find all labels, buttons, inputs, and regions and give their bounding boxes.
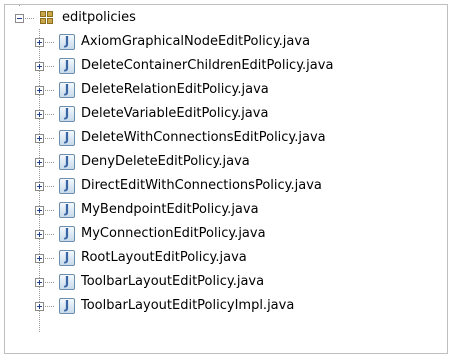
file-label: ToolbarLayoutEditPolicyImpl.java bbox=[81, 298, 295, 313]
java-file-icon bbox=[59, 274, 75, 290]
tree-connector bbox=[45, 89, 55, 91]
expand-toggle-icon[interactable] bbox=[35, 133, 44, 143]
expand-toggle-icon[interactable] bbox=[35, 85, 44, 95]
expand-toggle-icon[interactable] bbox=[35, 37, 44, 47]
file-label: DirectEditWithConnectionsPolicy.java bbox=[81, 178, 322, 193]
package-label: editpolicies bbox=[62, 10, 136, 25]
expand-toggle-icon[interactable] bbox=[35, 61, 44, 71]
tree-node-file[interactable]: DeleteRelationEditPolicy.java bbox=[35, 79, 269, 101]
tree-node-file[interactable]: DeleteVariableEditPolicy.java bbox=[35, 103, 268, 125]
tree-connector bbox=[45, 185, 55, 187]
file-label: DeleteWithConnectionsEditPolicy.java bbox=[81, 130, 326, 145]
tree-node-file[interactable]: DenyDeleteEditPolicy.java bbox=[35, 151, 250, 173]
java-file-icon bbox=[59, 82, 75, 98]
java-file-icon bbox=[59, 178, 75, 194]
file-label: RootLayoutEditPolicy.java bbox=[81, 250, 247, 265]
expand-toggle-icon[interactable] bbox=[35, 229, 44, 239]
java-file-icon bbox=[59, 34, 75, 50]
java-file-icon bbox=[59, 202, 75, 218]
file-label: MyBendpointEditPolicy.java bbox=[81, 202, 259, 217]
file-label: ToolbarLayoutEditPolicy.java bbox=[81, 274, 265, 289]
tree-node-file[interactable]: DirectEditWithConnectionsPolicy.java bbox=[35, 175, 322, 197]
tree-connector bbox=[25, 17, 35, 19]
tree-connector bbox=[45, 233, 55, 235]
java-file-icon bbox=[59, 298, 75, 314]
tree-connector bbox=[45, 65, 55, 67]
file-label: AxiomGraphicalNodeEditPolicy.java bbox=[81, 34, 311, 49]
package-explorer-tree: editpolicies AxiomGraphicalNodeEditPolic… bbox=[4, 4, 448, 354]
java-file-icon bbox=[59, 58, 75, 74]
file-label: DeleteVariableEditPolicy.java bbox=[81, 106, 269, 121]
package-icon bbox=[39, 10, 55, 26]
expand-toggle-icon[interactable] bbox=[35, 301, 44, 311]
tree-connector bbox=[45, 305, 55, 307]
file-label: DeleteRelationEditPolicy.java bbox=[81, 82, 269, 97]
tree-connector bbox=[45, 257, 55, 259]
java-file-icon bbox=[59, 250, 75, 266]
java-file-icon bbox=[59, 226, 75, 242]
collapse-toggle-icon[interactable] bbox=[15, 13, 24, 23]
tree-node-file[interactable]: RootLayoutEditPolicy.java bbox=[35, 247, 247, 269]
tree-connector bbox=[45, 41, 55, 43]
file-label: MyConnectionEditPolicy.java bbox=[81, 226, 266, 241]
tree-connector bbox=[45, 209, 55, 211]
java-file-icon bbox=[59, 154, 75, 170]
file-label: DenyDeleteEditPolicy.java bbox=[81, 154, 250, 169]
expand-toggle-icon[interactable] bbox=[35, 181, 44, 191]
tree-node-file[interactable]: DeleteContainerChildrenEditPolicy.java bbox=[35, 55, 333, 77]
java-file-icon bbox=[59, 106, 75, 122]
tree-node-file[interactable]: ToolbarLayoutEditPolicyImpl.java bbox=[35, 295, 294, 317]
file-label: DeleteContainerChildrenEditPolicy.java bbox=[81, 58, 334, 73]
tree-node-editpolicies[interactable]: editpolicies bbox=[15, 7, 136, 29]
expand-toggle-icon[interactable] bbox=[35, 205, 44, 215]
expand-toggle-icon[interactable] bbox=[35, 277, 44, 287]
tree-connector bbox=[45, 113, 55, 115]
tree-connector bbox=[45, 137, 55, 139]
tree-node-file[interactable]: MyConnectionEditPolicy.java bbox=[35, 223, 266, 245]
tree-connector bbox=[45, 281, 55, 283]
expand-toggle-icon[interactable] bbox=[35, 157, 44, 167]
tree-connector bbox=[45, 161, 55, 163]
tree-node-file[interactable]: DeleteWithConnectionsEditPolicy.java bbox=[35, 127, 326, 149]
tree-node-file[interactable]: ToolbarLayoutEditPolicy.java bbox=[35, 271, 264, 293]
java-file-icon bbox=[59, 130, 75, 146]
expand-toggle-icon[interactable] bbox=[35, 109, 44, 119]
expand-toggle-icon[interactable] bbox=[35, 253, 44, 263]
tree-node-file[interactable]: MyBendpointEditPolicy.java bbox=[35, 199, 259, 221]
tree-node-file[interactable]: AxiomGraphicalNodeEditPolicy.java bbox=[35, 31, 310, 53]
